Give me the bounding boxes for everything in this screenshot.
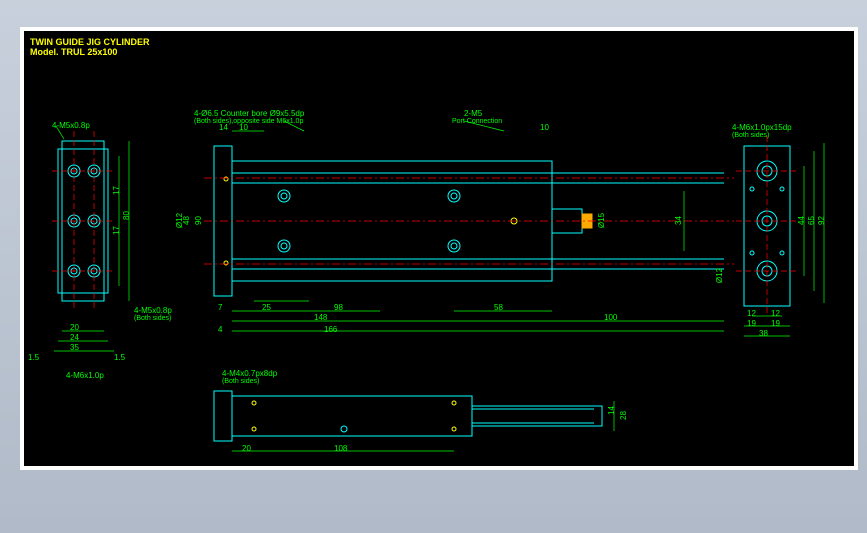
- v7: 7: [218, 303, 222, 312]
- dim-4m4: 4-M4x0.7px8dp: [222, 369, 277, 378]
- v17b: 17: [112, 226, 121, 235]
- v148: 148: [314, 313, 327, 322]
- v10: 10: [239, 123, 248, 132]
- v4: 4: [218, 325, 222, 334]
- v12c: 12: [747, 309, 756, 318]
- note-opp: (Both sides),opposite side M6x1.0p: [194, 118, 303, 125]
- v92: 92: [817, 216, 826, 225]
- v44: 44: [797, 216, 806, 225]
- v24: 24: [70, 333, 79, 342]
- cad-svg: [24, 31, 854, 466]
- v80: 80: [122, 211, 131, 220]
- v166: 166: [324, 325, 337, 334]
- v20: 20: [70, 323, 79, 332]
- note-port: Port Connection: [452, 118, 502, 125]
- v12a: Ø12: [175, 213, 184, 228]
- cad-canvas: TWIN GUIDE JIG CYLINDER Model. TRUL 25x1…: [20, 27, 858, 470]
- v12b: Ø12: [715, 268, 724, 283]
- v38: 38: [759, 329, 768, 338]
- v14: 14: [219, 123, 228, 132]
- v90: 90: [194, 216, 203, 225]
- dim-4m6b: 4-M6x1.0px15dp: [732, 123, 792, 132]
- note-both3: (Both sides): [222, 378, 259, 385]
- v20b: 20: [242, 444, 251, 453]
- v28: 28: [619, 411, 628, 420]
- v35: 35: [70, 343, 79, 352]
- note-both2: (Both sides): [732, 132, 769, 139]
- v19: 19: [747, 319, 756, 328]
- v98: 98: [334, 303, 343, 312]
- v10b: 10: [540, 123, 549, 132]
- dim-4m5: 4-M5x0.8p: [52, 121, 90, 130]
- v58: 58: [494, 303, 503, 312]
- dim-cbore: 4-Ø6.5 Counter bore Ø9x5.5dp: [194, 109, 304, 118]
- dim-2m5: 2-M5: [464, 109, 482, 118]
- v108: 108: [334, 444, 347, 453]
- v14b: 14: [607, 406, 616, 415]
- dim-4m5b: 4-M5x0.8p: [134, 306, 172, 315]
- v19b: 19: [771, 319, 780, 328]
- v15a: 1.5: [28, 353, 39, 362]
- v100: 100: [604, 313, 617, 322]
- v17: 17: [112, 186, 121, 195]
- v34: 34: [674, 216, 683, 225]
- v25: 25: [262, 303, 271, 312]
- dim-4m6: 4-M6x1.0p: [66, 371, 104, 380]
- v15c: Ø15: [597, 213, 606, 228]
- note-both1: (Both sides): [134, 315, 171, 322]
- v12d: 12: [771, 309, 780, 318]
- v15b: 1.5: [114, 353, 125, 362]
- v65: 65: [807, 216, 816, 225]
